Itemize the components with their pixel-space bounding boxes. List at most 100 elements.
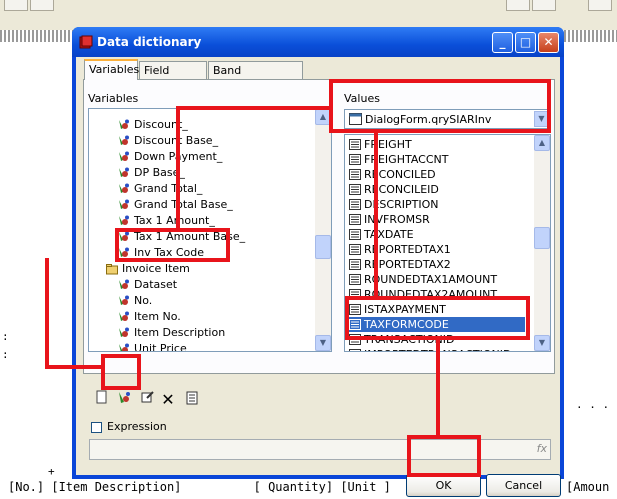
values-datasource-combo[interactable]: DialogForm.qrySIARInv ▼ (344, 109, 551, 129)
list-edit-icon (186, 391, 198, 405)
tree-item-label: Discount_ (134, 118, 188, 131)
value-list-item[interactable]: ROUNDEDTAX2AMOUNT (349, 287, 525, 302)
value-list-item[interactable]: TRANSACTIONID (349, 332, 525, 347)
minimize-icon: _ (499, 35, 506, 49)
new-variable-icon (119, 392, 130, 403)
scroll-down-button[interactable]: ▼ (534, 335, 550, 351)
report-amount-field[interactable]: [Amoun (566, 480, 609, 494)
designer-toolbar-button[interactable] (30, 0, 54, 11)
value-list-item[interactable]: INVFROMSR (349, 212, 525, 227)
value-list-label: TAXDATE (364, 228, 414, 241)
variable-icon (119, 167, 129, 177)
scroll-thumb[interactable] (315, 235, 331, 259)
tab-variables[interactable]: Variables (84, 59, 139, 80)
designer-toolbar-button[interactable] (532, 0, 556, 11)
combo-dropdown-button[interactable]: ▼ (534, 111, 549, 127)
tree-item-label: Item Description (134, 326, 226, 339)
delete-button[interactable]: ✕ (158, 390, 178, 410)
expression-label: Expression (107, 420, 167, 433)
value-list-item[interactable]: IMPORTEDTRANSACTIONID (349, 347, 525, 351)
variables-label: Variables (88, 92, 139, 105)
scroll-up-button[interactable]: ▲ (534, 135, 550, 151)
value-list-item[interactable]: FREIGHT (349, 137, 525, 152)
variable-icon (119, 295, 129, 305)
values-list[interactable]: FREIGHT FREIGHTACCNT RECONCILED RECONCILEID… (344, 134, 551, 352)
variable-icon (119, 135, 129, 145)
maximize-icon: □ (519, 35, 532, 49)
folder-icon (106, 264, 118, 275)
values-scrollbar[interactable]: ▲ ▼ (534, 135, 550, 351)
field-icon (349, 244, 361, 255)
expression-input[interactable]: fx (89, 439, 551, 460)
expression-checkbox[interactable] (91, 422, 102, 433)
band-marker: : (2, 348, 9, 361)
dialog-title: Data dictionary (97, 35, 202, 49)
value-list-item[interactable]: ISTAXPAYMENT (349, 302, 525, 317)
tab-band-datasources[interactable]: Band datasources (208, 61, 303, 95)
book-icon (79, 35, 93, 49)
value-list-item[interactable]: ROUNDEDTAX1AMOUNT (349, 272, 525, 287)
tree-item-label: Item No. (134, 310, 181, 323)
value-list-label: TAXFORMCODE (364, 318, 449, 331)
value-list-label: REPORTEDTAX2 (364, 258, 451, 271)
variable-icon (119, 343, 129, 351)
variable-icon (119, 183, 129, 193)
value-list-label: INVFROMSR (364, 213, 430, 226)
value-list-item[interactable]: FREIGHTACCNT (349, 152, 525, 167)
value-list-item[interactable]: REPORTEDTAX1 (349, 242, 525, 257)
variable-icon (119, 327, 129, 337)
tab-field-aliases[interactable]: Field aliases (139, 61, 207, 95)
value-list-label: DESCRIPTION (364, 198, 439, 211)
new-variable-button[interactable] (114, 390, 134, 410)
variable-icon (119, 311, 129, 321)
value-list-label: RECONCILEID (364, 183, 439, 196)
value-list-item[interactable]: TAXDATE (349, 227, 525, 242)
field-icon (349, 259, 361, 270)
field-icon (349, 319, 361, 330)
edit-button[interactable] (138, 390, 158, 410)
tree-item-label: Inv Tax Code (134, 246, 205, 259)
variable-icon (119, 231, 129, 241)
value-list-item[interactable]: TAXFORMCODE (349, 317, 525, 332)
cancel-button[interactable]: Cancel (486, 474, 561, 497)
tree-item-label: Tax 1 Amount Base_ (134, 230, 246, 243)
new-category-button[interactable] (92, 390, 112, 410)
annotation-line (45, 258, 49, 369)
value-list-label: FREIGHT (364, 138, 412, 151)
minimize-button[interactable]: _ (492, 32, 513, 53)
variables-tree[interactable]: Discount_ Discount Base_ Down Payment_ DP B… (88, 108, 332, 352)
designer-toolbar-button[interactable] (4, 0, 28, 11)
tree-item-label: No. (134, 294, 153, 307)
report-row-fields[interactable]: [No.] [Item Description] [ Quantity] [Un… (8, 480, 391, 494)
scroll-up-button[interactable]: ▲ (315, 109, 331, 125)
value-list-item[interactable]: RECONCILEID (349, 182, 525, 197)
edit-icon (141, 391, 154, 403)
edit-list-button[interactable] (182, 390, 202, 410)
dialog-client-area: Variables Field aliases Band datasources… (76, 57, 561, 497)
function-icon[interactable]: fx (537, 442, 547, 455)
field-icon (349, 139, 361, 150)
value-list-item[interactable]: RECONCILED (349, 167, 525, 182)
value-list-label: TRANSACTIONID (364, 333, 455, 346)
value-list-item[interactable]: REPORTEDTAX2 (349, 257, 525, 272)
scroll-down-button[interactable]: ▼ (315, 335, 331, 351)
close-button[interactable]: ✕ (538, 32, 559, 53)
designer-toolbar-button[interactable] (506, 0, 530, 11)
value-list-label: REPORTEDTAX1 (364, 243, 451, 256)
tree-item-label: Unit Price (134, 342, 187, 352)
variables-scrollbar[interactable]: ▲ ▼ (315, 109, 331, 351)
chevron-down-icon: ▼ (538, 338, 546, 347)
designer-toolbar-button[interactable] (588, 0, 612, 11)
field-icon (349, 334, 361, 345)
field-icon (349, 214, 361, 225)
dialog-titlebar[interactable]: Data dictionary _ □ ✕ (72, 27, 564, 57)
scroll-thumb[interactable] (534, 227, 550, 249)
chevron-down-icon: ▼ (319, 338, 327, 347)
variable-icon (119, 247, 129, 257)
band-marker: : (2, 330, 9, 343)
tree-item-label: Down Payment_ (134, 150, 223, 163)
band-marker: . . . (576, 398, 610, 411)
value-list-item[interactable]: DESCRIPTION (349, 197, 525, 212)
ok-button[interactable]: OK (406, 474, 481, 497)
maximize-button[interactable]: □ (515, 32, 536, 53)
